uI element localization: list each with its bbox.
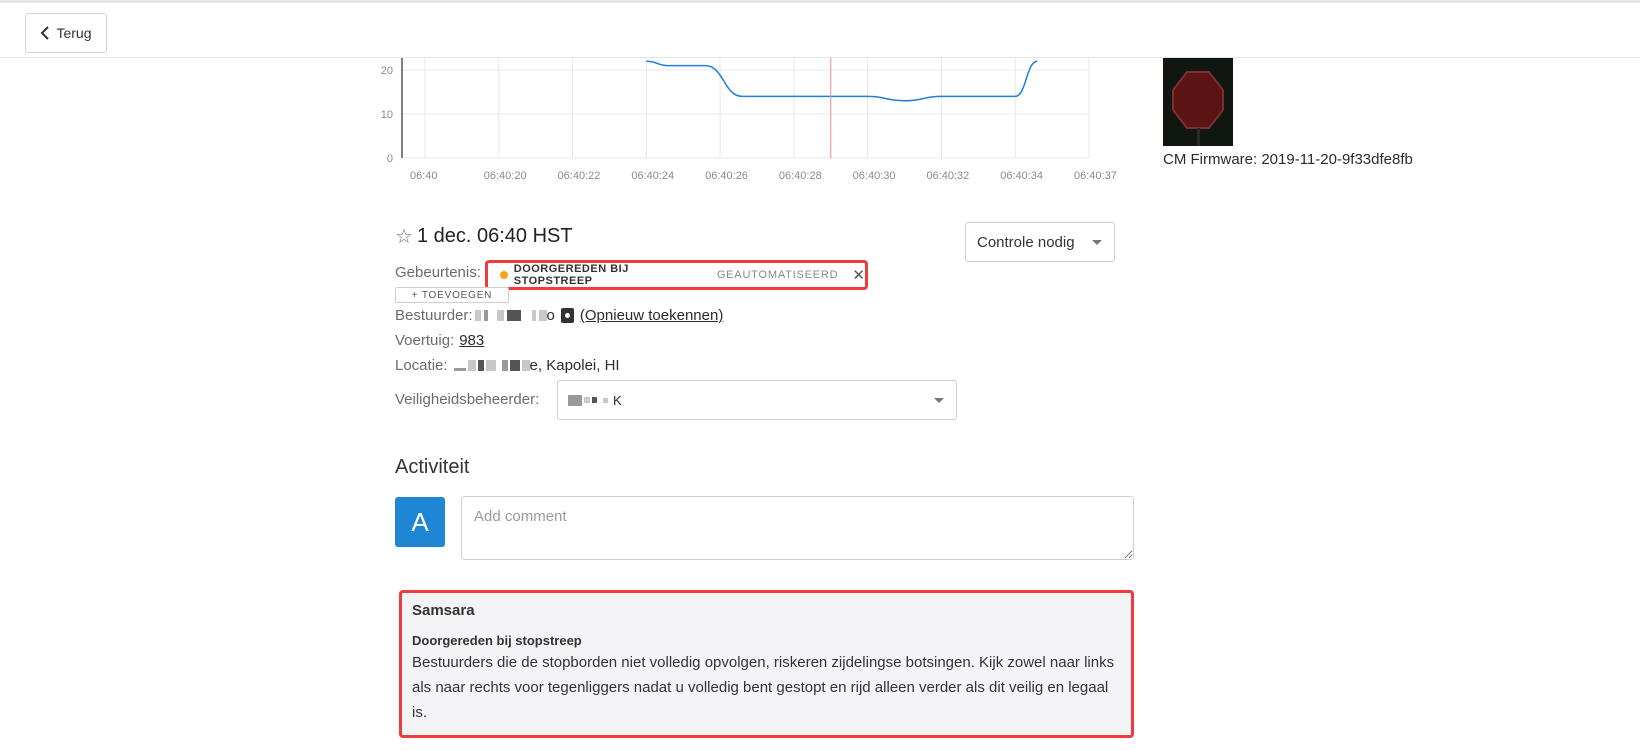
add-tag-button[interactable]: + TOEVOEGEN [395,287,509,303]
driver-name-redacted [474,310,547,321]
chevron-down-icon [1092,240,1102,245]
stop-sign-image [1163,58,1233,146]
coaching-author: Samsara [412,602,475,619]
driver-name-partial: o [546,307,555,324]
x-tick-label: 06:40:22 [558,170,601,182]
x-tick-label: 06:40:20 [484,170,527,182]
id-card-icon [560,308,574,323]
x-tick-label: 06:40:28 [779,170,822,182]
location-label: Locatie: [395,357,448,374]
location-partial: e, Kapolei, HI [529,357,620,374]
comment-input[interactable] [461,496,1134,560]
y-tick-label: 20 [381,65,393,77]
location-row: Locatie: e, Kapolei, HI [395,357,620,374]
event-header: ☆ 1 dec. 06:40 HST [395,225,573,248]
tag-label: DOORGEREDEN BIJ STOPSTREEP [513,263,629,287]
location-redacted [453,360,530,371]
tag-automated-label: GEAUTOMATISEERD [716,269,839,281]
x-tick-label: 06:40:34 [1000,170,1043,182]
top-bar: Terug [0,0,1640,58]
safety-manager-label: Veiligheidsbeheerder: [395,391,540,408]
camera-thumbnail[interactable] [1163,58,1233,146]
vehicle-row: Voertuig: 983 [395,332,484,349]
reassign-driver-link[interactable]: (Opnieuw toekennen) [580,307,723,324]
chart-x-ticks: 06:40 06:40:20 06:40:22 06:40:24 06:40:26 06:… [410,170,1117,182]
chevron-down-icon [934,398,944,403]
x-tick-label: 06:40:24 [631,170,674,182]
event-tag: DOORGEREDEN BIJ STOPSTREEP GEAUTOMATISEE… [485,260,868,290]
event-label: Gebeurtenis: [395,264,481,281]
activity-title: Activiteit [395,456,470,478]
coaching-event-type: Doorgereden bij stopstreep [412,633,582,648]
vehicle-label: Voertuig: [395,332,455,349]
review-status-select[interactable]: Controle nodig [965,222,1115,262]
tag-status-dot-icon [500,271,508,279]
x-tick-label: 06:40:37 [1074,170,1117,182]
x-tick-label: 06:40:30 [853,170,896,182]
speed-chart: 01020 06:40 06:40:20 06:40:22 06:40:24 06:40… [381,58,1117,182]
event-title: 1 dec. 06:40 HST [416,225,573,247]
avatar: A [395,497,445,547]
x-tick-label: 06:40:32 [926,170,969,182]
back-button[interactable]: Terug [25,13,107,53]
review-status-value: Controle nodig [977,233,1075,251]
manager-name-partial: K [613,392,622,408]
driver-label: Bestuurder: [395,307,473,324]
y-tick-label: 10 [381,109,393,121]
safety-manager-row: Veiligheidsbeheerder: [395,391,539,408]
driver-row: Bestuurder: o (Opnieuw toekennen) [395,307,723,324]
firmware-info: CM Firmware: 2019-11-20-9f33dfe8fb [1163,151,1413,168]
chart-grid [401,58,1090,159]
chart-y-ticks: 0 10 20 [381,65,393,165]
x-tick-label: 06:40 [410,170,438,182]
manager-redacted [568,394,608,406]
speed-series-line [646,60,1038,102]
event-row: Gebeurtenis: [395,264,481,281]
star-icon[interactable]: ☆ [395,227,413,247]
close-icon[interactable]: ✕ [852,266,865,284]
coaching-message: Samsara Doorgereden bij stopstreep Bestu… [399,590,1134,738]
coaching-text: Bestuurders die de stopborden niet volle… [412,654,1115,721]
chevron-left-icon [41,26,50,40]
vehicle-link[interactable]: 983 [459,332,484,349]
safety-manager-select[interactable]: K [557,380,957,420]
x-tick-label: 06:40:26 [705,170,748,182]
back-label: Terug [56,25,92,41]
y-tick-label: 0 [387,153,393,165]
